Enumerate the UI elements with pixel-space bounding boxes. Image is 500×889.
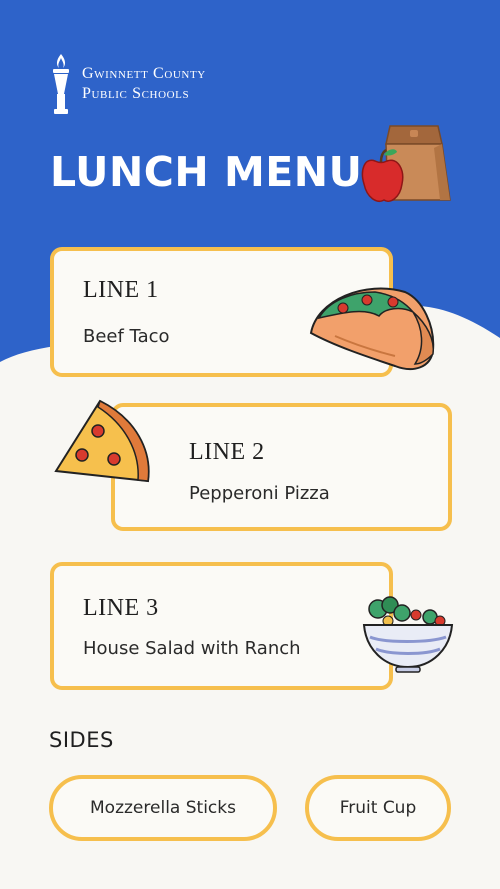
lunch-bag-apple-icon — [361, 125, 451, 202]
school-logo: Gwinnett County Public Schools — [50, 52, 270, 118]
lunch-menu-page: Gwinnett County Public Schools LUNCH MEN… — [0, 0, 500, 889]
dish-name: Pepperoni Pizza — [189, 483, 330, 504]
page-title: LUNCH MENU — [50, 148, 363, 196]
taco-icon — [309, 287, 435, 370]
menu-card-line-2: LINE 2 Pepperoni Pizza — [111, 403, 452, 531]
sides-heading: SIDES — [49, 728, 114, 752]
pizza-slice-icon — [54, 399, 150, 483]
dish-name: Beef Taco — [83, 326, 170, 347]
school-name: Gwinnett County Public Schools — [82, 64, 206, 104]
torch-icon — [53, 54, 69, 114]
menu-card-line-3: LINE 3 House Salad with Ranch — [50, 562, 393, 690]
line-label: LINE 1 — [83, 277, 159, 303]
line-label: LINE 3 — [83, 595, 159, 621]
side-item: Mozzerella Sticks — [49, 775, 277, 841]
side-item: Fruit Cup — [305, 775, 451, 841]
school-name-line-2: Public Schools — [82, 85, 190, 102]
school-name-line-1: Gwinnett County — [82, 65, 206, 82]
dish-name: House Salad with Ranch — [83, 638, 301, 659]
salad-bowl-icon — [362, 596, 454, 673]
line-label: LINE 2 — [189, 439, 265, 465]
